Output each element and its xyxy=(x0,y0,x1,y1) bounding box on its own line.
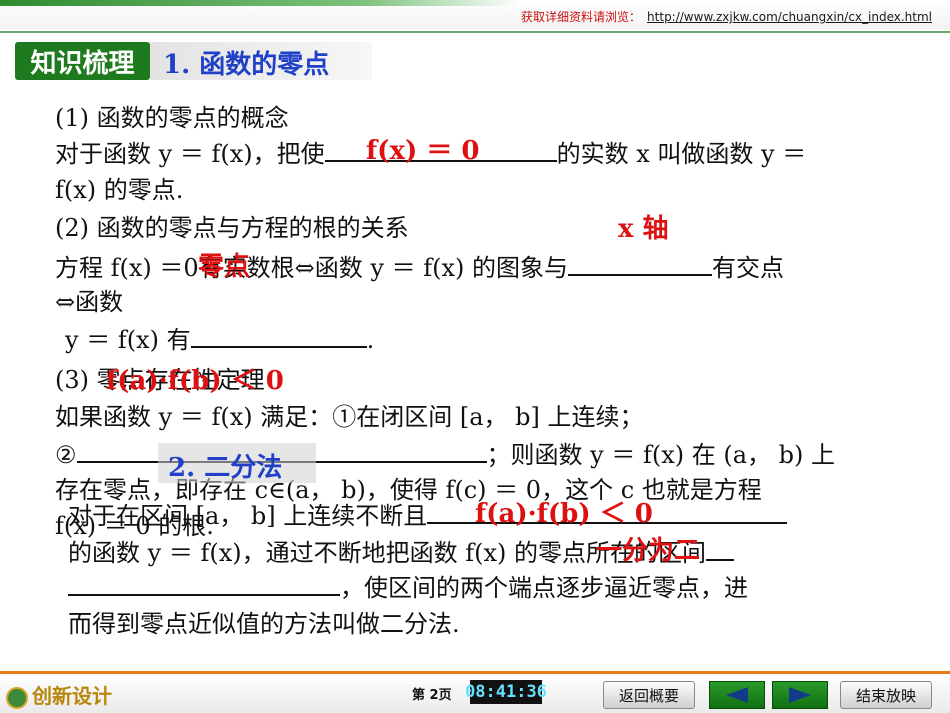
previous-slide-button[interactable] xyxy=(709,681,765,709)
resource-link[interactable]: 获取详细资料请浏览： http://www.zxjkw.com/chuangxin… xyxy=(521,8,932,25)
bisection-line-1: 对于在区间 [a， b] 上连续不断且 xyxy=(68,496,788,531)
theorem-text-a: ② xyxy=(55,441,77,469)
blank-6a xyxy=(706,539,734,561)
answer-5: f(a)·f(b) ＜ 0 xyxy=(475,499,653,529)
answer-6: 一分为二 xyxy=(596,536,701,566)
top-stripe xyxy=(0,0,520,6)
resource-label: 获取详细资料请浏览： xyxy=(521,10,642,24)
definition-text-a: 对于函数 y ＝ f(x)，把使 xyxy=(55,140,325,168)
brand-logo: 创新设计 xyxy=(6,680,112,709)
bisection-text-c: ，使区间的两个端点逐步逼近零点，进 xyxy=(340,574,748,602)
section-title: 1. 函数的零点 xyxy=(163,50,330,80)
answer-1: f(x) ＝ 0 xyxy=(366,136,480,166)
answer-4: f(a)·f(b) ＜ 0 xyxy=(106,366,284,396)
subsection-title: 2. 二分法 xyxy=(168,453,283,483)
relation-line-1: 方程 f(x) ＝0有实数根⇔函数 y ＝ f(x) 的图象与 有交点 xyxy=(55,248,784,283)
definition-text-b: 的实数 x 叫做函数 y ＝ xyxy=(556,140,807,168)
section-tag: 知识梳理 xyxy=(15,42,150,80)
answer-2: x 轴 xyxy=(618,214,669,244)
resource-url[interactable]: http://www.zxjkw.com/chuangxin/cx_index.… xyxy=(647,10,932,24)
bisection-line-4: 而得到零点近似值的方法叫做二分法. xyxy=(68,610,460,638)
blank-6b xyxy=(68,574,340,596)
theorem-line-1: 如果函数 y ＝ f(x) 满足：①在闭区间 [a， b] 上连续； xyxy=(55,403,644,431)
relation-text-c: y ＝ f(x) 有 xyxy=(65,326,191,354)
bisection-line-3: ，使区间的两个端点逐步逼近零点，进 xyxy=(68,568,748,603)
relation-line-3: y ＝ f(x) 有. xyxy=(65,320,374,355)
relation-line-2: ⇔函数 xyxy=(55,288,124,316)
page-number: 第 2页 xyxy=(412,688,452,703)
clock-display: 08:41:36 xyxy=(465,680,547,704)
definition-line-2: f(x) 的零点. xyxy=(55,176,184,204)
answer-3: 零点 xyxy=(198,252,251,282)
arrow-right-icon xyxy=(789,687,811,703)
blank-3 xyxy=(190,326,367,348)
end-show-button[interactable]: 结束放映 xyxy=(840,681,932,709)
top-bar: 获取详细资料请浏览： http://www.zxjkw.com/chuangxin… xyxy=(0,0,950,30)
next-slide-button[interactable] xyxy=(772,681,828,709)
relation-heading: (2) 函数的零点与方程的根的关系 xyxy=(55,214,409,242)
logo-icon xyxy=(6,686,28,709)
logo-text: 创新设计 xyxy=(32,684,112,708)
relation-text-a: 方程 f(x) ＝0有实数根⇔函数 y ＝ f(x) 的图象与 xyxy=(55,254,568,282)
concept-heading: (1) 函数的零点的概念 xyxy=(55,104,289,132)
theorem-text-b: ；则函数 y ＝ f(x) 在 (a， b) 上 xyxy=(486,441,836,469)
blank-2 xyxy=(568,254,712,276)
header-divider xyxy=(0,31,950,33)
arrow-left-icon xyxy=(726,687,748,703)
back-to-overview-button[interactable]: 返回概要 xyxy=(603,681,695,709)
relation-text-d: . xyxy=(366,326,375,354)
relation-text-b: 有交点 xyxy=(712,254,784,282)
bisection-text-a: 对于在区间 [a， b] 上连续不断且 xyxy=(68,502,428,530)
